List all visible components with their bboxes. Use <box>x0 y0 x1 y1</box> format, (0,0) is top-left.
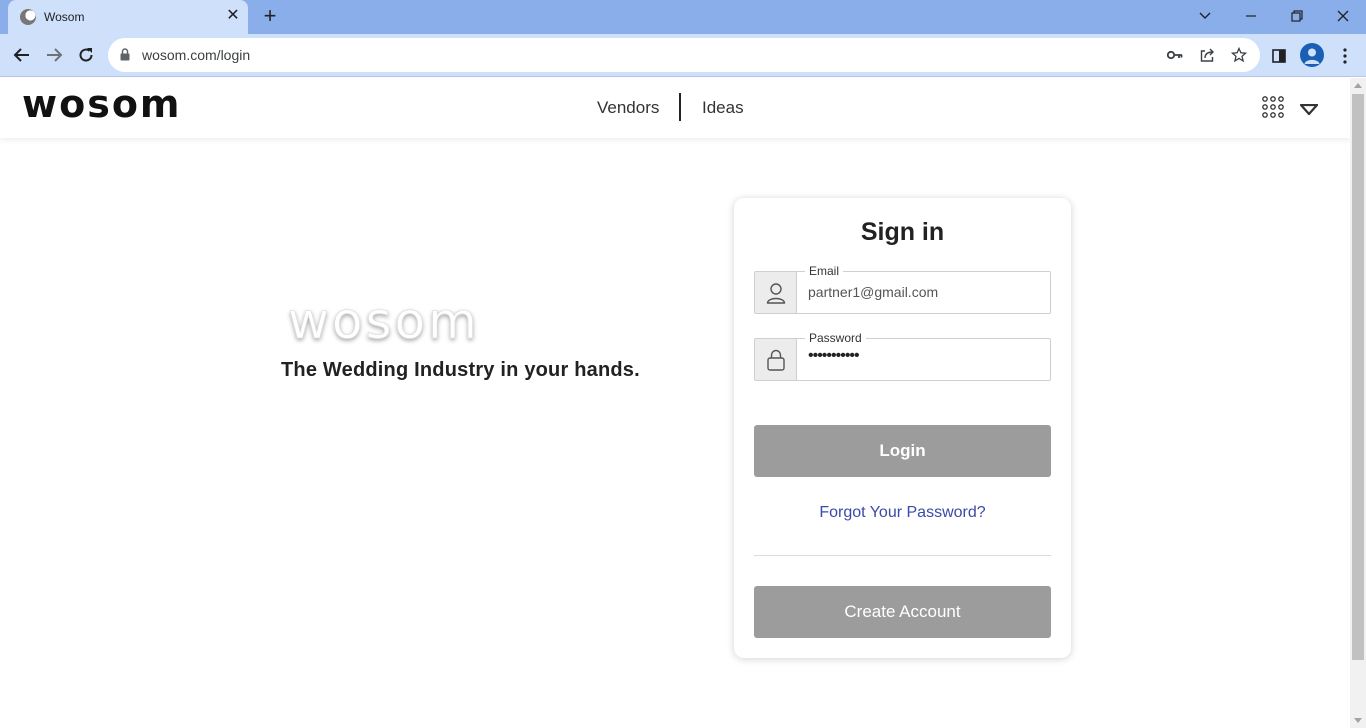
card-divider <box>754 555 1051 556</box>
page-viewport: wosom Vendors Ideas wosom The Wedding In… <box>0 78 1350 728</box>
nav-divider <box>679 93 681 121</box>
browser-toolbar: wosom.com/login <box>0 34 1366 77</box>
profile-icon[interactable] <box>1300 43 1324 67</box>
password-input[interactable]: ••••••••••• <box>808 347 860 365</box>
site-logo[interactable]: wosom <box>22 82 197 129</box>
share-icon[interactable] <box>1198 46 1216 64</box>
page-scrollbar[interactable] <box>1350 78 1366 728</box>
new-tab-icon[interactable]: + <box>258 5 282 29</box>
login-button[interactable]: Login <box>754 425 1051 477</box>
apps-grid-icon[interactable] <box>1262 96 1284 123</box>
address-bar[interactable]: wosom.com/login <box>108 38 1260 72</box>
sign-in-title: Sign in <box>860 218 945 246</box>
scroll-up-icon[interactable] <box>1354 83 1362 88</box>
lock-icon <box>755 339 797 380</box>
browser-tab-strip: Wosom ✕ + <box>0 0 1366 34</box>
chevron-down-icon[interactable] <box>1193 4 1217 28</box>
password-field[interactable]: Password ••••••••••• <box>754 331 1051 381</box>
nav-ideas-link[interactable]: Ideas <box>702 98 744 118</box>
lock-icon[interactable] <box>120 48 130 66</box>
sign-in-card: Sign in Email partner1@gmail.com Passwor… <box>734 198 1071 658</box>
kebab-menu-icon[interactable] <box>1335 46 1355 66</box>
url-text[interactable]: wosom.com/login <box>142 47 250 63</box>
email-label: Email <box>805 264 844 278</box>
favicon-icon <box>20 9 36 25</box>
tab-close-icon[interactable]: ✕ <box>224 7 242 25</box>
back-icon[interactable] <box>9 42 35 68</box>
forward-icon[interactable] <box>41 42 67 68</box>
hero-logo: wosom <box>286 292 516 353</box>
star-icon[interactable] <box>1230 46 1248 64</box>
minimize-icon[interactable] <box>1239 4 1263 28</box>
user-icon <box>755 272 797 313</box>
scroll-down-icon[interactable] <box>1354 718 1362 723</box>
tagline: The Wedding Industry in your hands. <box>281 359 640 381</box>
logo-text: wosom <box>22 88 182 124</box>
reload-icon[interactable] <box>73 42 99 68</box>
side-panel-icon[interactable] <box>1269 46 1289 66</box>
password-label: Password <box>805 331 866 345</box>
site-header: wosom Vendors Ideas <box>0 78 1350 138</box>
key-icon[interactable] <box>1166 46 1184 64</box>
create-account-button[interactable]: Create Account <box>754 586 1051 638</box>
hero-logo-text: wosom <box>288 298 480 348</box>
caret-down-icon[interactable] <box>1299 103 1319 121</box>
email-field[interactable]: Email partner1@gmail.com <box>754 264 1051 314</box>
email-input[interactable]: partner1@gmail.com <box>808 284 938 300</box>
nav-vendors-link[interactable]: Vendors <box>597 98 659 118</box>
forgot-password-link[interactable]: Forgot Your Password? <box>734 504 1071 522</box>
close-icon[interactable] <box>1331 4 1355 28</box>
tab-title: Wosom <box>44 10 85 24</box>
browser-tab[interactable]: Wosom ✕ <box>8 0 248 34</box>
restore-icon[interactable] <box>1285 4 1309 28</box>
scroll-thumb[interactable] <box>1352 94 1364 660</box>
